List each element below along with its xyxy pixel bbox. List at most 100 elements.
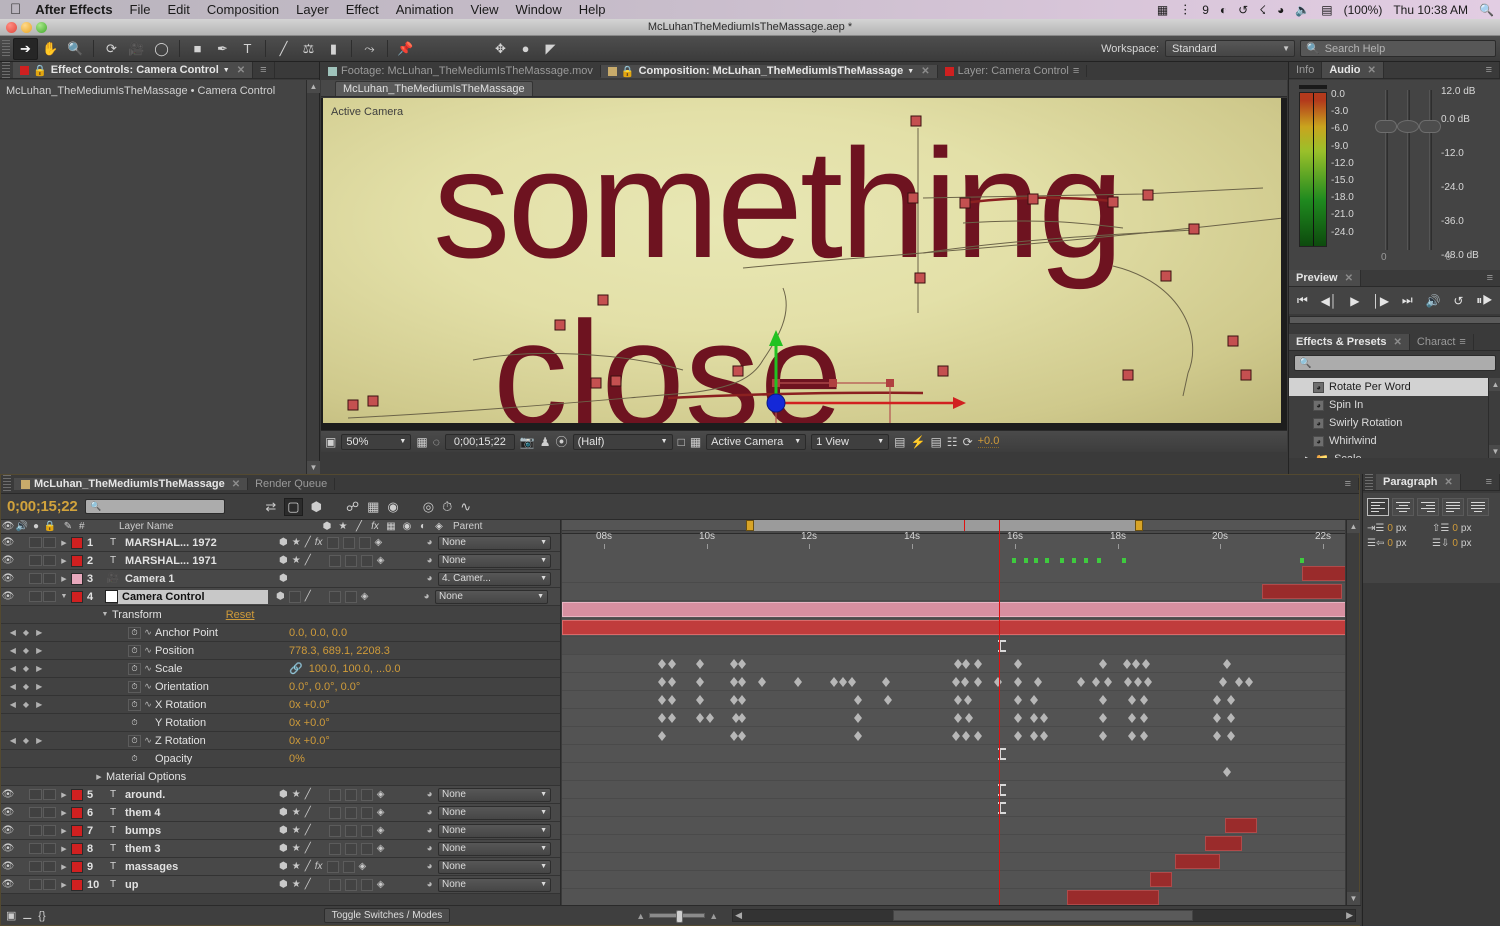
toolbar-grip[interactable] — [2, 39, 10, 58]
property-value[interactable]: 0.0°, 0.0°, 0.0° — [283, 681, 360, 693]
timeline-row-them4[interactable] — [562, 835, 1345, 853]
timeline-row-orientation[interactable] — [562, 709, 1345, 727]
zoom-out-icon[interactable]: ▲ — [636, 911, 645, 921]
tab-render-queue[interactable]: Render Queue — [248, 478, 336, 490]
layer-name[interactable]: them 4 — [121, 806, 271, 820]
shy-icon[interactable]: ⬢ — [279, 789, 288, 800]
timeline-row-layer2[interactable] — [562, 583, 1345, 601]
pickwhip-icon[interactable]: ◕ — [424, 555, 435, 566]
stopwatch-icon[interactable]: ⏱ — [128, 644, 141, 657]
motion-blur-toggle[interactable] — [344, 842, 357, 855]
graph-icon[interactable]: ∿ — [141, 645, 155, 656]
next-keyframe-icon[interactable]: ▶ — [36, 700, 42, 709]
snapshot-icon[interactable]: 📷 — [520, 435, 535, 449]
label-color-swatch[interactable] — [71, 788, 83, 801]
scroll-down-icon[interactable]: ▼ — [1489, 445, 1500, 458]
3d-icon[interactable]: ◈ — [377, 555, 385, 566]
3d-icon[interactable]: ◈ — [377, 843, 385, 854]
pickwhip-icon[interactable]: ◕ — [424, 861, 435, 872]
collapse-icon[interactable]: ★ — [292, 807, 301, 818]
layer-name[interactable]: bumps — [121, 824, 271, 838]
close-icon[interactable]: ✕ — [1444, 477, 1452, 488]
keyframe-nav[interactable]: ◀ ◆ ▶ — [1, 646, 51, 655]
quality-icon[interactable]: ╱ — [305, 591, 311, 602]
space-before-field[interactable]: ☰⇩ 0 px — [1432, 538, 1494, 549]
new-composition-icon[interactable]: ▣ — [6, 909, 16, 922]
motion-blur-toggle[interactable] — [344, 824, 357, 837]
right-fader-knob[interactable] — [1419, 120, 1441, 133]
tab-info[interactable]: Info — [1289, 62, 1323, 78]
layer-switches[interactable]: ⬢ ★ ╱ ◈ — [271, 842, 421, 855]
parent-dropdown[interactable]: 4. Camer... ▼ — [438, 571, 551, 586]
comp-flowchart-icon[interactable]: ⚊ — [22, 909, 32, 922]
parent-dropdown[interactable]: None ▼ — [438, 535, 551, 550]
shy-icon[interactable]: ⬢ — [276, 591, 285, 602]
menu-item-animation[interactable]: Animation — [396, 2, 454, 17]
current-time-indicator[interactable] — [999, 520, 1000, 905]
keyframe-nav[interactable]: ◀ ◆ ▶ — [1, 700, 51, 709]
table-row[interactable]: 👁 ▶ 8 T them 3 ⬢ ★ ╱ ◈ ◕ None ▼ — [1, 840, 560, 858]
motion-blur-icon[interactable]: ▦ — [367, 499, 379, 515]
previous-frame-icon[interactable]: ◀│ — [1321, 294, 1338, 308]
reset-exposure-icon[interactable]: ⟳ — [963, 435, 973, 449]
indent-right-field[interactable]: ⇧☰ 0 px — [1432, 523, 1494, 534]
justify-last-left-button[interactable] — [1442, 498, 1464, 516]
layer-name[interactable]: Camera 1 — [121, 572, 271, 586]
timeline-row-position[interactable] — [562, 673, 1345, 691]
next-keyframe-icon[interactable]: ▶ — [36, 646, 42, 655]
menu-app-name[interactable]: After Effects — [35, 2, 112, 17]
pickwhip-icon[interactable]: ◕ — [424, 789, 435, 800]
layer-duration-bar[interactable] — [562, 620, 1345, 635]
brainstorm-icon[interactable]: ◉ — [387, 499, 398, 515]
frame-blend-toggle[interactable] — [326, 536, 339, 549]
layer-duration-bar[interactable] — [1067, 890, 1159, 905]
solo-toggle[interactable] — [29, 861, 42, 872]
panel-menu-button[interactable]: ≡ — [1337, 478, 1359, 490]
motion-blur-toggle[interactable] — [344, 788, 357, 801]
eye-icon[interactable]: 👁 — [1, 843, 15, 854]
close-icon[interactable]: ✕ — [1345, 273, 1353, 284]
effects-icon[interactable]: fx — [315, 537, 323, 548]
graph-icon[interactable]: ∿ — [141, 663, 155, 674]
table-row[interactable]: 👁 ▶ 1 T MARSHAL... 1972 ⬢ ★ ╱ fx ◈ ◕ Non… — [1, 534, 560, 552]
lock-toggle[interactable] — [43, 555, 56, 566]
adjustment-toggle[interactable] — [360, 788, 373, 801]
effects-list-scrollbar[interactable]: ▲ ▼ — [1488, 378, 1500, 458]
keyframe-toggle-icon[interactable]: ◆ — [23, 682, 29, 691]
work-area-start-handle[interactable] — [746, 520, 754, 531]
frame-blend-toggle[interactable] — [328, 788, 341, 801]
adjustment-toggle[interactable] — [358, 536, 371, 549]
timeline-horizontal-scrollbar[interactable]: ◀ ▶ — [732, 909, 1356, 922]
chevron-right-icon[interactable]: ▶ — [57, 827, 71, 835]
lock-toggle[interactable] — [43, 591, 56, 602]
table-row[interactable]: 👁 ▶ 9 T massages ⬢ ★ ╱ fx ◈ ◕ None ▼ — [1, 858, 560, 876]
eye-icon[interactable]: 👁 — [1, 825, 15, 836]
chevron-right-icon[interactable]: ▶ — [1305, 455, 1310, 458]
previous-keyframe-icon[interactable]: ◀ — [10, 736, 16, 745]
layer-duration-bar[interactable] — [1175, 854, 1220, 869]
effects-presets-list[interactable]: ◕ Rotate Per Word ◕ Spin In ◕ Swirly Rot… — [1289, 378, 1500, 458]
quality-icon[interactable]: ╱ — [305, 879, 311, 890]
next-keyframe-icon[interactable]: ▶ — [36, 736, 42, 745]
layer-switches[interactable]: ⬢ ★ ╱ ◈ — [271, 824, 421, 837]
parent-dropdown[interactable]: None ▼ — [438, 805, 551, 820]
timeline-toggle-icon[interactable]: ▤ — [894, 435, 905, 449]
adjustment-toggle[interactable] — [360, 878, 373, 891]
lock-toggle[interactable] — [43, 807, 56, 818]
solo-toggle[interactable] — [29, 825, 42, 836]
pickwhip-icon[interactable]: ◕ — [424, 879, 435, 890]
parent-cell[interactable]: ◕ None ▼ — [421, 859, 551, 874]
previous-keyframe-icon[interactable]: ◀ — [10, 700, 16, 709]
parent-dropdown[interactable]: None ▼ — [438, 877, 551, 892]
timemachine-icon[interactable]: ↺ — [1238, 3, 1248, 17]
chart-icon[interactable]: ▦ — [1157, 3, 1168, 17]
lock-icon[interactable]: 🔒 — [33, 64, 47, 77]
timeline-graph-area[interactable]: 08s 10s 12s 14s 16s 18s 20s 22s — [562, 520, 1345, 905]
shy-icon[interactable]: ⬢ — [279, 825, 288, 836]
timeline-vertical-scrollbar[interactable]: ▲ ▼ — [1346, 520, 1360, 905]
transform-group-row[interactable]: ▼ Transform Reset — [1, 606, 560, 624]
layer-duration-bar[interactable] — [1262, 584, 1342, 599]
next-keyframe-icon[interactable]: ▶ — [36, 664, 42, 673]
lock-toggle[interactable] — [43, 573, 56, 584]
scale-link-icon[interactable]: 🔗 — [283, 662, 303, 675]
